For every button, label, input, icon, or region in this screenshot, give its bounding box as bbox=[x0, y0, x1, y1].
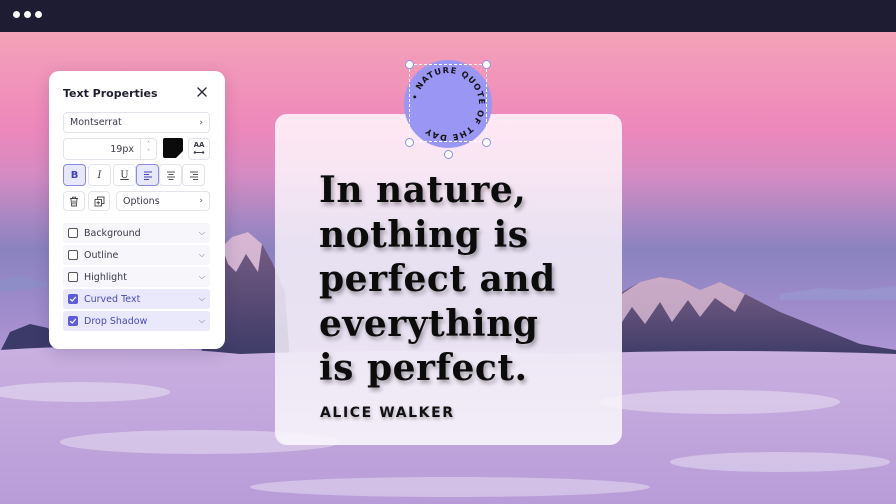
quote-text[interactable]: In nature, nothing is perfect and everyt… bbox=[319, 168, 619, 391]
effect-label: Background bbox=[84, 227, 141, 239]
options-label: Options bbox=[123, 195, 160, 207]
effect-row-background[interactable]: Background ⌵ bbox=[63, 223, 210, 243]
window-dot-3[interactable] bbox=[35, 11, 42, 18]
chevron-down-icon[interactable]: ⌵ bbox=[199, 316, 205, 326]
window-titlebar bbox=[0, 0, 896, 32]
font-size-stepper[interactable]: ˄ ˅ bbox=[140, 139, 156, 159]
align-left-icon bbox=[143, 171, 152, 180]
align-left-button[interactable] bbox=[136, 164, 159, 186]
italic-button[interactable]: I bbox=[88, 164, 111, 186]
chevron-down-icon[interactable]: ⌵ bbox=[199, 294, 205, 304]
effect-label: Curved Text bbox=[84, 293, 141, 305]
delete-button[interactable] bbox=[63, 191, 85, 211]
effect-row-drop-shadow[interactable]: Drop Shadow ⌵ bbox=[63, 311, 210, 331]
close-icon bbox=[197, 87, 207, 97]
font-family-select[interactable]: Montserrat › bbox=[63, 112, 210, 133]
underline-button[interactable]: U bbox=[113, 164, 136, 186]
width-arrows-icon: ⟷ bbox=[193, 148, 205, 157]
effect-label: Outline bbox=[84, 249, 119, 261]
duplicate-icon bbox=[94, 196, 104, 206]
highlight-checkbox[interactable] bbox=[68, 272, 78, 282]
panel-title: Text Properties bbox=[63, 87, 158, 100]
window-dot-2[interactable] bbox=[24, 11, 31, 18]
resize-handle-bottom-left[interactable] bbox=[405, 138, 414, 147]
font-size-value: 19px bbox=[110, 143, 134, 155]
chevron-down-icon[interactable]: ⌵ bbox=[199, 228, 205, 238]
chevron-down-icon[interactable]: ⌵ bbox=[199, 250, 205, 260]
effect-row-highlight[interactable]: Highlight ⌵ bbox=[63, 267, 210, 287]
effect-label: Highlight bbox=[84, 271, 127, 283]
text-align-group bbox=[136, 164, 205, 186]
rotate-handle[interactable] bbox=[444, 150, 453, 159]
align-center-button[interactable] bbox=[159, 164, 182, 186]
chevron-right-icon: › bbox=[199, 117, 203, 128]
italic-icon: I bbox=[97, 169, 102, 181]
distant-ridge-right bbox=[780, 286, 896, 300]
window-dot-1[interactable] bbox=[13, 11, 20, 18]
resize-handle-top-right[interactable] bbox=[482, 60, 491, 69]
text-properties-panel: Text Properties Montserrat › 19px ˄ ˅ AA… bbox=[49, 71, 225, 349]
chevron-right-icon: › bbox=[199, 196, 203, 206]
quote-line: In nature, bbox=[319, 169, 527, 211]
close-button[interactable] bbox=[194, 84, 210, 100]
duplicate-button[interactable] bbox=[88, 191, 110, 211]
checkmark-icon bbox=[69, 318, 77, 324]
checkmark-icon bbox=[69, 296, 77, 302]
quote-line: everything bbox=[319, 302, 539, 345]
effect-label: Drop Shadow bbox=[84, 315, 148, 327]
options-button[interactable]: Options › bbox=[116, 191, 210, 211]
resize-handle-top-left[interactable] bbox=[405, 60, 414, 69]
trash-icon bbox=[70, 196, 78, 206]
outline-checkbox[interactable] bbox=[68, 250, 78, 260]
curved-text-checkbox[interactable] bbox=[68, 294, 78, 304]
quote-line: perfect and bbox=[319, 258, 556, 300]
background-checkbox[interactable] bbox=[68, 228, 78, 238]
font-family-value: Montserrat bbox=[70, 117, 122, 128]
chevron-up-icon[interactable]: ˄ bbox=[147, 141, 150, 149]
quote-author[interactable]: ALICE WALKER bbox=[320, 405, 455, 421]
effect-row-outline[interactable]: Outline ⌵ bbox=[63, 245, 210, 265]
bold-icon: B bbox=[70, 169, 79, 181]
font-size-input[interactable]: 19px ˄ ˅ bbox=[63, 138, 157, 160]
chevron-down-icon[interactable]: ⌵ bbox=[199, 272, 205, 282]
drop-shadow-checkbox[interactable] bbox=[68, 316, 78, 326]
align-center-icon bbox=[166, 171, 175, 180]
text-style-group: B I U bbox=[63, 164, 136, 186]
selection-box bbox=[409, 64, 487, 142]
text-case-button[interactable]: AA ⟷ bbox=[188, 138, 210, 160]
align-right-button[interactable] bbox=[182, 164, 205, 186]
text-color-swatch[interactable] bbox=[163, 138, 183, 158]
window-controls bbox=[13, 11, 42, 18]
quote-line: nothing is bbox=[319, 213, 529, 256]
underline-icon: U bbox=[120, 169, 129, 181]
quote-line: is perfect. bbox=[319, 347, 528, 389]
chevron-down-icon[interactable]: ˅ bbox=[147, 149, 150, 157]
bold-button[interactable]: B bbox=[63, 164, 86, 186]
effect-row-curved-text[interactable]: Curved Text ⌵ bbox=[63, 289, 210, 309]
align-right-icon bbox=[189, 171, 198, 180]
resize-handle-bottom-right[interactable] bbox=[482, 138, 491, 147]
